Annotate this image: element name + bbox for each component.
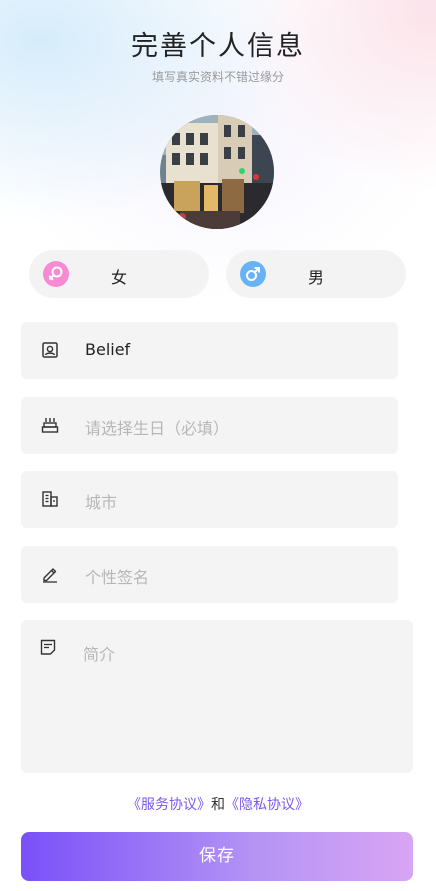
pen-icon: [41, 565, 59, 583]
avatar[interactable]: [160, 115, 274, 229]
gender-male-option[interactable]: 男: [226, 250, 406, 298]
signature-field[interactable]: 个性签名: [21, 546, 398, 603]
intro-textarea[interactable]: 简介: [21, 620, 413, 773]
contact-card-icon: [41, 341, 59, 359]
save-button[interactable]: 保存: [21, 832, 413, 881]
birthday-placeholder: 请选择生日（必填）: [85, 419, 230, 438]
service-agreement-link[interactable]: 《服务协议》: [127, 797, 211, 813]
city-placeholder: 城市: [85, 493, 118, 512]
birthday-cake-icon: [41, 416, 59, 434]
gender-male-label: 男: [307, 268, 324, 287]
nickname-value: Belief: [85, 340, 131, 359]
page-subtitle: 填写真实资料不错过缘分: [151, 70, 284, 84]
intro-placeholder: 简介: [83, 645, 116, 664]
privacy-agreement-link[interactable]: 《隐私协议》: [225, 797, 309, 813]
agreement-joiner: 和: [211, 797, 225, 813]
birthday-field[interactable]: 请选择生日（必填）: [21, 397, 398, 454]
building-icon: [41, 490, 59, 508]
agreement-text: 《服务协议》和《隐私协议》: [0, 794, 436, 814]
page-title: 完善个人信息: [131, 31, 305, 62]
city-field[interactable]: 城市: [21, 471, 398, 528]
signature-placeholder: 个性签名: [85, 568, 150, 587]
gender-female-label: 女: [110, 268, 127, 287]
note-icon: [39, 638, 57, 656]
gender-female-option[interactable]: 女: [29, 250, 209, 298]
avatar-photo-icon: [160, 115, 274, 229]
nickname-field[interactable]: Belief: [21, 322, 398, 379]
